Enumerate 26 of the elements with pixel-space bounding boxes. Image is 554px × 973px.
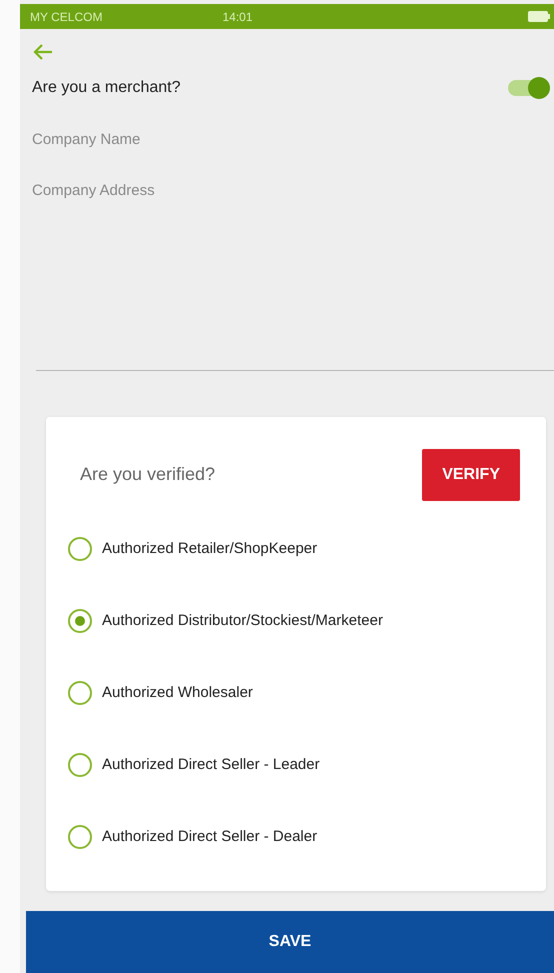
merchant-question: Are you a merchant? — [32, 79, 181, 98]
radio-button[interactable] — [68, 752, 92, 777]
radio-option[interactable]: Authorized Wholesaler — [68, 656, 520, 729]
text-field[interactable]: Company Address — [32, 182, 252, 200]
radio-option[interactable]: Authorized Direct Seller - Dealer — [68, 800, 520, 873]
merchant-toggle[interactable] — [508, 80, 548, 96]
save-button[interactable]: SAVE — [26, 910, 554, 973]
verify-button[interactable]: VERIFY — [422, 448, 520, 501]
option-label: Authorized Direct Seller - Leader — [102, 756, 320, 774]
radio-button[interactable] — [68, 536, 92, 561]
radio-button[interactable] — [68, 608, 92, 633]
carrier-name: MY CELCOM — [30, 10, 102, 24]
text-field[interactable]: Company Name — [32, 131, 252, 148]
clock-time: 14:01 — [222, 10, 252, 24]
radio-button[interactable] — [68, 824, 92, 849]
option-label: Authorized Wholesaler — [102, 684, 253, 702]
back-icon[interactable] — [32, 43, 54, 62]
option-label: Authorized Direct Seller - Dealer — [102, 828, 318, 846]
battery-icon — [528, 11, 550, 22]
radio-option[interactable]: Authorized Direct Seller - Leader — [68, 728, 520, 801]
radio-button[interactable] — [68, 680, 92, 705]
verified-question: Are you verified? — [80, 464, 216, 486]
option-label: Authorized Distributor/Stockiest/Marketeer — [102, 612, 383, 630]
radio-option[interactable]: Authorized Distributor/Stockiest/Marketeer — [68, 584, 520, 657]
radio-option[interactable]: Authorized Retailer/ShopKeeper — [68, 512, 520, 585]
option-label: Authorized Retailer/ShopKeeper — [102, 540, 318, 558]
